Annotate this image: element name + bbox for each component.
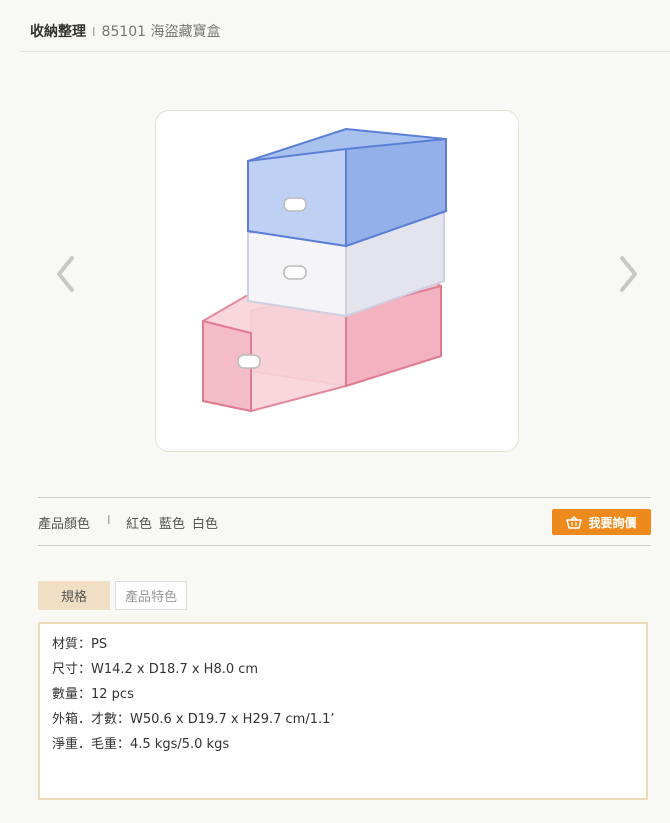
tab-specifications[interactable]: 規格: [38, 581, 110, 610]
request-quote-button[interactable]: 我要詢價: [552, 509, 651, 535]
spec-dimensions: 尺寸：W14.2 x D18.7 x H8.0 cm: [52, 662, 259, 677]
product-image: [202, 127, 447, 413]
color-option-blue: 藍色: [159, 517, 186, 532]
basket-icon: [566, 515, 583, 529]
chevron-right-icon: [620, 256, 637, 292]
spec-material: 材質：PS: [52, 637, 108, 652]
gallery-prev-button[interactable]: [52, 252, 82, 296]
product-color-bar: 產品顏色 I 紅色 藍色 白色 我要詢價: [38, 497, 651, 546]
chevron-left-icon: [57, 256, 74, 292]
spec-weight: 淨重．毛重：4.5 kgs/5.0 kgs: [52, 737, 230, 752]
breadcrumb: 收納整理 I 85101 海盜藏寶盒: [30, 22, 221, 42]
product-image-frame: [155, 110, 519, 452]
specifications-panel: 材質：PS 尺寸：W14.2 x D18.7 x H8.0 cm 數量：12 p…: [38, 622, 648, 800]
color-option-red: 紅色: [126, 517, 153, 532]
color-separator: I: [107, 513, 111, 527]
color-option-white: 白色: [192, 517, 219, 532]
breadcrumb-category[interactable]: 收納整理: [30, 24, 86, 40]
breadcrumb-separator: I: [92, 25, 96, 39]
breadcrumb-product: 85101 海盜藏寶盒: [101, 24, 221, 40]
tab-product-features[interactable]: 產品特色: [115, 581, 187, 610]
request-quote-label: 我要詢價: [588, 515, 637, 530]
header-divider: [20, 51, 670, 52]
gallery-next-button[interactable]: [612, 252, 642, 296]
color-options: 紅色 藍色 白色: [126, 513, 225, 532]
color-label: 產品顏色: [38, 517, 91, 532]
spec-carton-size: 外箱．才數：W50.6 x D19.7 x H29.7 cm/1.1’: [52, 712, 335, 727]
spec-quantity: 數量：12 pcs: [52, 687, 134, 702]
